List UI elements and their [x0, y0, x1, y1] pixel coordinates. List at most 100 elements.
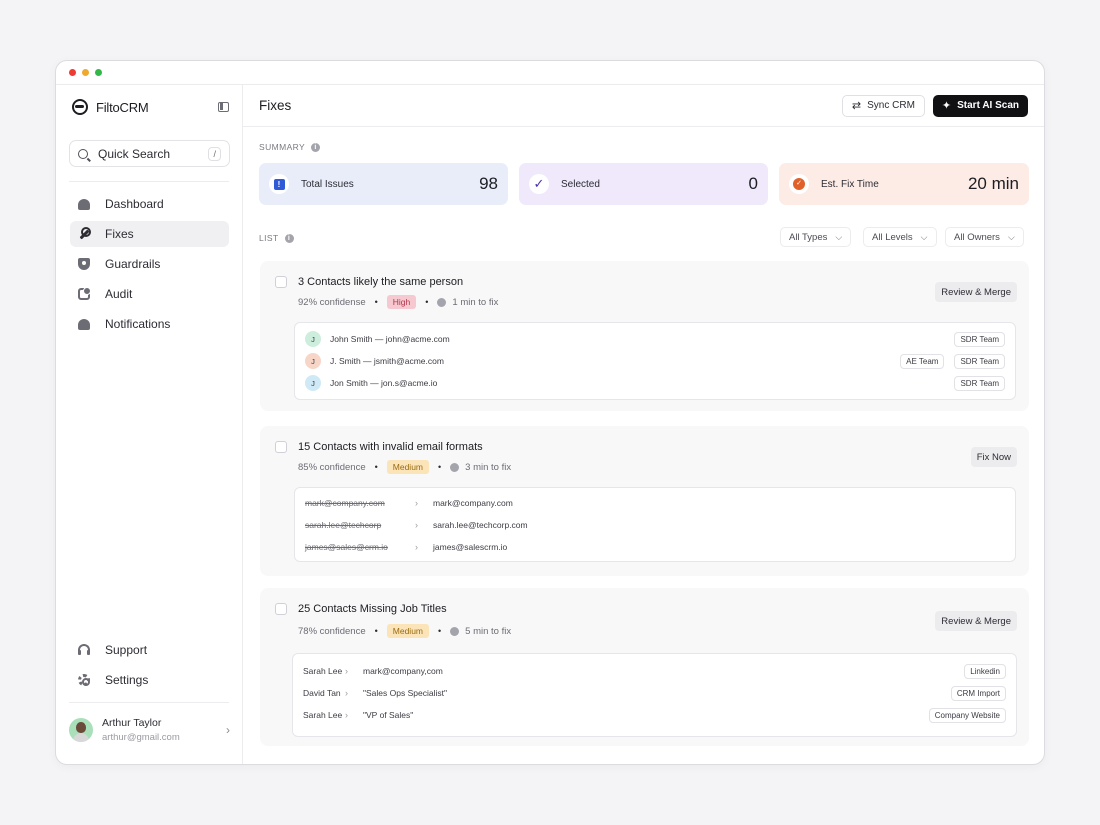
contact-name: Sarah Lee: [303, 666, 343, 676]
issue-title: 25 Contacts Missing Job Titles: [298, 603, 447, 615]
job-title-row[interactable]: Sarah Lee › mark@company,com Linkedin: [303, 662, 1006, 680]
select-checkbox[interactable]: [275, 276, 287, 288]
sidebar-item-label: Dashboard: [105, 197, 164, 211]
maximize-window-button[interactable]: [95, 69, 102, 76]
confidence: 85% confidence: [298, 461, 366, 473]
sidebar-toggle-icon[interactable]: [218, 102, 229, 112]
issue-meta: 92% confidense • High • 1 min to fix: [298, 295, 498, 309]
user-email: arthur@gmail.com: [102, 732, 180, 743]
team-tag: SDR Team: [954, 375, 1005, 391]
user-name: Arthur Taylor: [102, 717, 162, 729]
sidebar-item-notifications[interactable]: Notifications: [70, 311, 229, 337]
suggested-value: mark@company,com: [363, 666, 443, 676]
close-window-button[interactable]: [69, 69, 76, 76]
new-email: sarah.lee@techcorp.com: [433, 520, 528, 530]
separator-dot: •: [374, 297, 378, 307]
shield-icon: [78, 258, 90, 270]
list-label-text: LIST: [259, 233, 279, 243]
separator-dot: •: [374, 626, 378, 636]
filter-levels[interactable]: All Levels ⌵: [863, 227, 937, 247]
contact-row[interactable]: J John Smith — john@acme.com SDR Team: [305, 330, 1005, 348]
chevron-right-icon: ›: [415, 498, 418, 508]
contact-row[interactable]: J Jon Smith — jon.s@acme.io SDR Team: [305, 374, 1005, 392]
quick-search[interactable]: Quick Search /: [69, 140, 230, 167]
confidence: 78% confidence: [298, 625, 366, 637]
issue-title: 3 Contacts likely the same person: [298, 276, 464, 288]
source-tag: Company Website: [928, 707, 1006, 723]
main-content: Fixes ⇄ Sync CRM ✦ Start AI Scan SUMMARY…: [243, 85, 1044, 764]
issue-meta: 85% confidence • Medium • 3 min to fix: [298, 460, 511, 474]
stat-label: Est. Fix Time: [821, 178, 879, 190]
separator-dot: •: [425, 297, 429, 307]
clock-icon: [450, 626, 460, 636]
contact-avatar: J: [305, 375, 321, 391]
separator-dot: •: [438, 462, 442, 472]
chevron-right-icon: ›: [345, 666, 348, 676]
issue-card: 25 Contacts Missing Job Titles 78% confi…: [260, 588, 1029, 746]
sidebar-item-audit[interactable]: Audit: [70, 281, 229, 307]
sidebar-item-settings[interactable]: Settings: [70, 667, 229, 693]
filter-label: All Types: [789, 231, 828, 243]
chevron-down-icon: ⌵: [835, 231, 843, 242]
sidebar-item-label: Support: [105, 643, 148, 657]
issue-card: 15 Contacts with invalid email formats 8…: [260, 426, 1029, 576]
contact-avatar: J: [305, 353, 321, 369]
review-merge-button[interactable]: Review & Merge: [935, 611, 1017, 631]
sidebar-item-label: Settings: [105, 673, 149, 687]
chevron-right-icon: ›: [345, 710, 348, 720]
chevron-right-icon: ›: [415, 542, 418, 552]
old-email: mark@company.com: [305, 498, 385, 508]
sidebar-item-dashboard[interactable]: Dashboard: [70, 191, 229, 217]
select-checkbox[interactable]: [275, 603, 287, 615]
minimize-window-button[interactable]: [82, 69, 89, 76]
contact-name: David Tan: [303, 688, 341, 698]
filter-owners[interactable]: All Owners ⌵: [945, 227, 1024, 247]
fix-time: 1 min to fix: [452, 296, 499, 308]
divider: [69, 181, 229, 182]
contact-row[interactable]: J J. Smith — jsmith@acme.com AE Team SDR…: [305, 352, 1005, 370]
summary-label: SUMMARY i: [259, 142, 321, 152]
start-ai-scan-button[interactable]: ✦ Start AI Scan: [932, 94, 1028, 117]
stat-selected: ✓ Selected 0: [519, 163, 768, 205]
divider: [69, 702, 229, 703]
confidence: 92% confidense: [298, 296, 366, 308]
check-icon: ✓: [529, 174, 549, 194]
wrench-icon: [78, 227, 91, 240]
stat-label: Total Issues: [301, 178, 354, 190]
email-fix-row[interactable]: james@sales@crm.io › james@salescrm.io: [305, 538, 1005, 556]
info-icon[interactable]: i: [311, 142, 321, 152]
app-name: FiltoCRM: [96, 99, 149, 115]
sync-crm-button[interactable]: ⇄ Sync CRM: [841, 94, 925, 117]
brand[interactable]: FiltoCRM: [72, 99, 149, 115]
review-merge-button[interactable]: Review & Merge: [935, 282, 1017, 302]
fix-time: 3 min to fix: [465, 461, 512, 473]
severity-badge: Medium: [386, 624, 429, 638]
team-tag: SDR Team: [954, 331, 1005, 347]
contact-text: John Smith — john@acme.com: [330, 334, 450, 344]
select-checkbox[interactable]: [275, 441, 287, 453]
sidebar-item-support[interactable]: Support: [70, 637, 229, 663]
contact-avatar: J: [305, 331, 321, 347]
fix-now-button[interactable]: Fix Now: [970, 447, 1017, 467]
clock-icon: [450, 462, 460, 472]
chevron-right-icon: ›: [415, 520, 418, 530]
job-title-row[interactable]: Sarah Lee › "VP of Sales" Company Websit…: [303, 706, 1006, 724]
info-icon[interactable]: i: [284, 233, 294, 243]
user-profile[interactable]: Arthur Taylor arthur@gmail.com ›: [69, 712, 230, 748]
email-fix-row[interactable]: sarah.lee@techcorp › sarah.lee@techcorp.…: [305, 516, 1005, 534]
severity-badge: High: [386, 295, 417, 309]
sidebar-item-label: Notifications: [105, 317, 171, 331]
fix-time: 5 min to fix: [465, 625, 512, 637]
filter-label: All Owners: [954, 231, 1000, 243]
sidebar-item-fixes[interactable]: Fixes: [70, 221, 229, 247]
old-email: james@sales@crm.io: [305, 542, 388, 552]
chevron-down-icon: ⌵: [920, 231, 928, 242]
issue-meta: 78% confidence • Medium • 5 min to fix: [298, 624, 511, 638]
sidebar: FiltoCRM Quick Search / Dashboard Fixes …: [56, 85, 243, 764]
sparkle-icon: ✦: [941, 100, 952, 112]
filter-types[interactable]: All Types ⌵: [780, 227, 852, 247]
email-fix-row[interactable]: mark@company.com › mark@company.com: [305, 494, 1005, 512]
sidebar-item-guardrails[interactable]: Guardrails: [70, 251, 229, 277]
job-title-row[interactable]: David Tan › "Sales Ops Specialist" CRM I…: [303, 684, 1006, 702]
check-glyph: ✓: [533, 176, 545, 191]
